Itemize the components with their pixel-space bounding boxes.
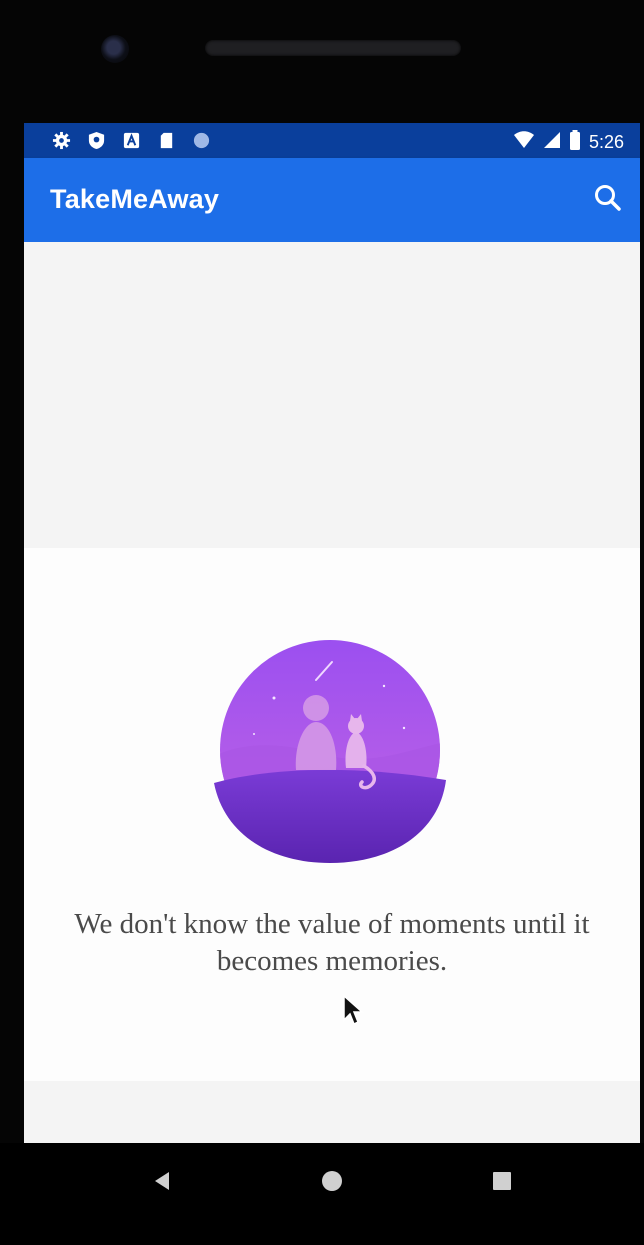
mouse-cursor-icon [343, 994, 364, 1026]
back-icon[interactable] [151, 1170, 173, 1192]
empty-state-quote: We don't know the value of moments until… [74, 908, 590, 977]
phone-frame: 5:26 TakeMeAway We don't know the value … [0, 0, 644, 1245]
sd-card-icon [157, 131, 176, 150]
a-badge-icon [122, 131, 141, 150]
person-and-cat-illustration [214, 640, 446, 863]
empty-state: We don't know the value of moments until… [24, 548, 640, 1081]
app-title: TakeMeAway [50, 184, 220, 214]
home-icon[interactable] [320, 1169, 344, 1193]
wifi-icon [513, 131, 535, 154]
screen: 5:26 TakeMeAway We don't know the value … [24, 123, 640, 1143]
notification-icons [52, 131, 211, 150]
settings-icon [52, 131, 71, 150]
shield-icon [87, 131, 106, 150]
system-indicators: 5:26 [513, 130, 624, 155]
navigation-bar [0, 1143, 644, 1245]
front-camera [101, 35, 129, 63]
battery-icon [569, 130, 581, 155]
app-bar: TakeMeAway [24, 158, 640, 242]
search-icon [595, 185, 621, 211]
status-bar: 5:26 [24, 123, 640, 158]
recents-icon[interactable] [491, 1170, 513, 1192]
search-button[interactable] [590, 180, 626, 216]
memories-list-area[interactable]: We don't know the value of moments until… [24, 242, 640, 1143]
clock: 5:26 [588, 132, 624, 152]
earpiece-speaker [205, 40, 461, 56]
dot-icon [192, 131, 211, 150]
signal-icon [543, 131, 561, 154]
